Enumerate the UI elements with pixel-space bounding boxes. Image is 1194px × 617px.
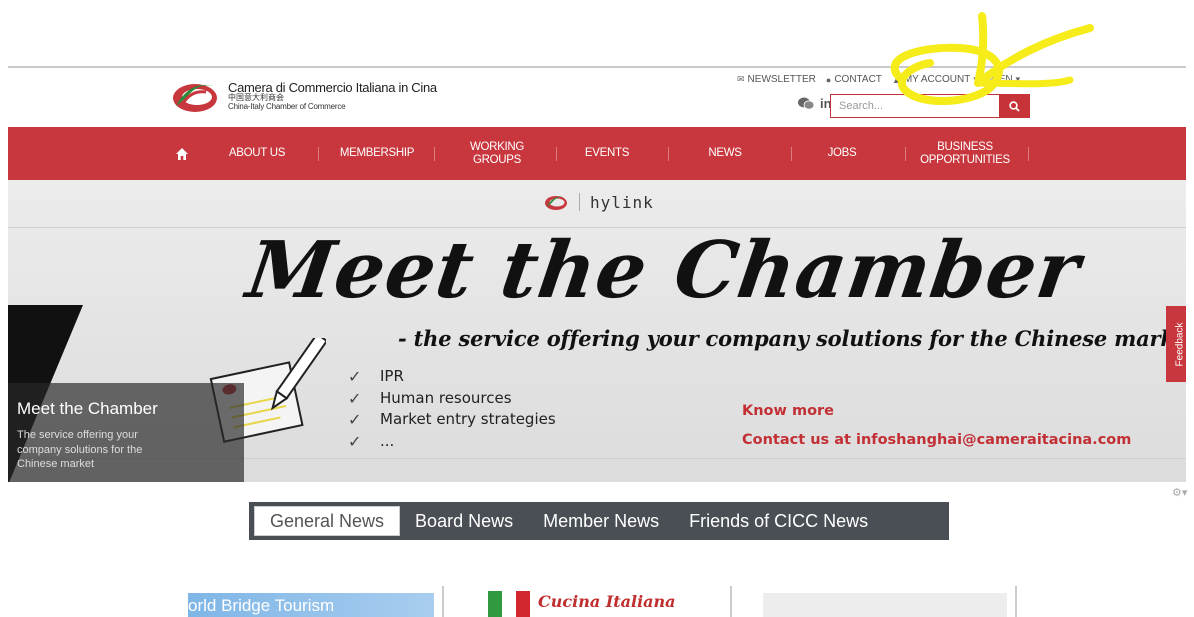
- thumbnail-text: Cucina Italiana: [538, 592, 676, 611]
- feature-item: ✓ Human resources: [348, 388, 556, 410]
- tab-friends-of-cicc-news[interactable]: Friends of CICC News: [674, 506, 883, 536]
- language-label: EN: [998, 74, 1013, 85]
- nav-business-opportunities[interactable]: BUSINESS OPPORTUNITIES: [920, 127, 1010, 180]
- logo-name-english: China-Italy Chamber of Commerce: [228, 101, 346, 111]
- chamber-logo-icon: [173, 84, 217, 112]
- check-icon: ✓: [348, 410, 362, 429]
- caption-description: The service offering your company soluti…: [17, 429, 143, 470]
- column-divider: [1015, 586, 1017, 617]
- banner-logos: hylink: [543, 192, 654, 212]
- feature-item: ✓...: [348, 431, 556, 453]
- social-links: in: [798, 96, 832, 111]
- site-logo[interactable]: Camera di Commercio Italiana in Cina 中国意…: [170, 76, 437, 116]
- nav-working-groups[interactable]: WORKING GROUPS: [445, 127, 549, 180]
- feature-item: ✓ IPR: [348, 366, 556, 388]
- nav-news[interactable]: NEWS: [706, 127, 744, 180]
- envelope-icon: ✉: [737, 74, 745, 84]
- main-nav: ABOUT US MEMBERSHIP WORKING GROUPS EVENT…: [8, 127, 1186, 180]
- nav-divider: [556, 147, 557, 161]
- caption-title: Meet the Chamber: [17, 399, 158, 418]
- thumbnail-text: orld Bridge Tourism: [188, 596, 335, 615]
- nav-divider: [318, 147, 319, 161]
- chat-icon: ●: [825, 74, 832, 85]
- contact-link[interactable]: ● CONTACT: [826, 74, 882, 85]
- nav-home[interactable]: [170, 127, 194, 180]
- nav-about-us[interactable]: ABOUT US: [226, 127, 288, 180]
- banner-caption: Meet the Chamber The service offering yo…: [8, 383, 244, 482]
- nav-divider: [905, 147, 906, 161]
- column-divider: [442, 586, 444, 617]
- tab-member-news[interactable]: Member News: [528, 506, 674, 536]
- nav-divider: [1028, 147, 1029, 161]
- newsletter-link[interactable]: ✉ NEWSLETTER: [737, 74, 816, 85]
- nav-divider: [434, 147, 435, 161]
- contact-email-link[interactable]: Contact us at infoshanghai@cameraitacina…: [742, 432, 1131, 448]
- column-divider: [730, 586, 732, 617]
- contact-label: CONTACT: [834, 74, 882, 85]
- feature-label: Market entry strategies: [380, 410, 556, 428]
- feature-item: ✓ Market entry strategies: [348, 409, 556, 431]
- top-divider: [8, 66, 1186, 68]
- italian-flag-icon: [488, 591, 530, 617]
- feature-label: Human resources: [380, 388, 512, 407]
- user-icon: ▲: [891, 74, 901, 85]
- my-account-dropdown[interactable]: ▲ MY ACCOUNT ▾: [892, 74, 978, 85]
- search-icon: [1009, 100, 1020, 112]
- feature-label: ...: [380, 431, 395, 450]
- nav-membership[interactable]: MEMBERSHIP: [338, 127, 416, 180]
- know-more-link[interactable]: Know more: [742, 403, 834, 419]
- my-account-label: MY ACCOUNT: [903, 74, 971, 85]
- home-icon: [176, 147, 188, 160]
- check-icon: ✓: [348, 431, 362, 451]
- logo-separator: [579, 193, 580, 211]
- caret-down-icon: ▾: [1015, 74, 1021, 84]
- tab-general-news[interactable]: General News: [254, 506, 401, 536]
- feedback-button[interactable]: Feedback: [1166, 306, 1186, 382]
- search-button[interactable]: [999, 94, 1030, 118]
- banner-tagline: - the service offering your company solu…: [398, 326, 1186, 351]
- page: Camera di Commercio Italiana in Cina 中国意…: [0, 0, 1194, 617]
- check-icon: ✓: [348, 367, 362, 386]
- language-dropdown[interactable]: ◍ EN ▾: [988, 74, 1020, 85]
- wechat-icon[interactable]: [798, 97, 814, 110]
- feedback-label: Feedback: [1174, 322, 1186, 366]
- check-icon: ✓: [348, 388, 362, 408]
- nav-divider: [668, 147, 669, 161]
- nav-divider: [791, 147, 792, 161]
- newsletter-label: NEWSLETTER: [747, 74, 816, 85]
- news-thumbnail[interactable]: orld Bridge Tourism: [188, 593, 434, 617]
- news-thumbnail[interactable]: [763, 593, 1007, 617]
- news-thumbnail[interactable]: Cucina Italiana: [488, 591, 728, 617]
- feature-label: IPR: [380, 367, 404, 385]
- nav-jobs[interactable]: JOBS: [826, 127, 858, 180]
- chamber-logo-icon: [545, 196, 567, 210]
- feature-list: ✓ IPR ✓ Human resources ✓ Market entry stra…: [348, 366, 556, 452]
- tab-board-news[interactable]: Board News: [400, 506, 528, 536]
- gear-icon[interactable]: ⚙▾: [1172, 486, 1187, 499]
- logo-text: Camera di Commercio Italiana in Cina 中国意…: [228, 81, 437, 111]
- news-tabs: General News Board News Member News Frie…: [249, 502, 949, 540]
- banner-title: Meet the Chamber: [241, 225, 1086, 316]
- search-input[interactable]: Search...: [830, 94, 1000, 118]
- hero-banner[interactable]: hylink Meet the Chamber - the service of…: [8, 180, 1186, 482]
- globe-icon: ◍: [987, 74, 996, 84]
- nav-events[interactable]: EVENTS: [582, 127, 632, 180]
- top-links: ✉ NEWSLETTER ● CONTACT ▲ MY ACCOUNT ▾ ◍ …: [737, 74, 1020, 85]
- caret-down-icon: ▾: [973, 74, 978, 84]
- hylink-logo: hylink: [590, 192, 654, 212]
